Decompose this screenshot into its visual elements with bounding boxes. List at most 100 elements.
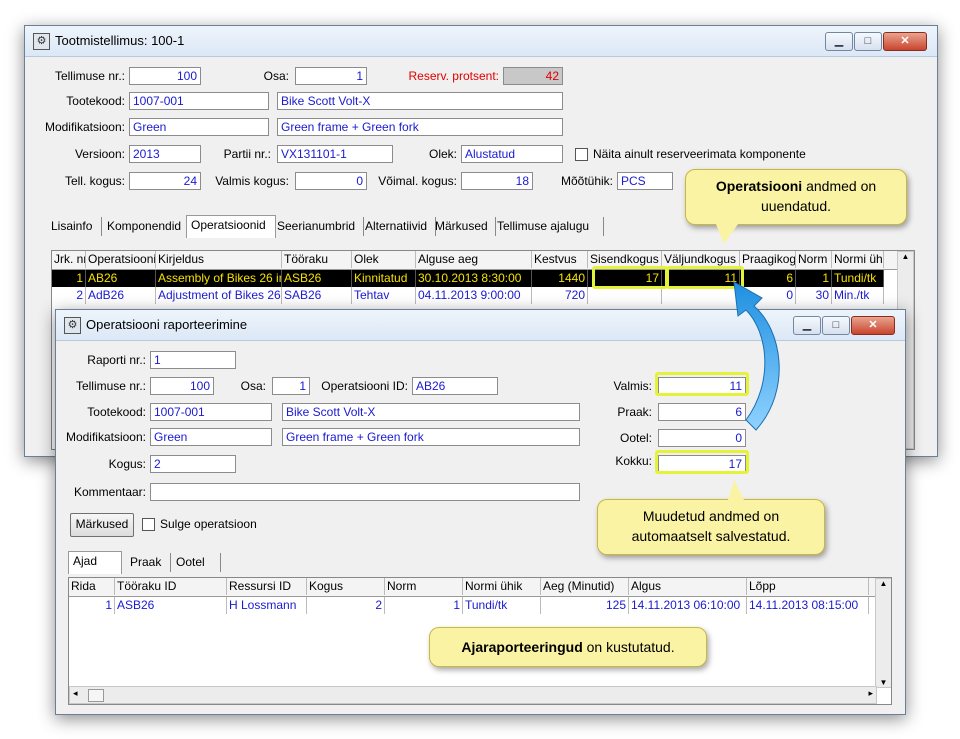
operations-grid-header-cell[interactable]: Norm xyxy=(796,251,832,268)
scroll-up-icon[interactable]: ▲ xyxy=(876,579,891,588)
maximize-icon[interactable]: □ xyxy=(854,32,882,51)
time-reports-grid-header-cell[interactable]: Normi ühik xyxy=(463,578,541,595)
time-vertical-scrollbar[interactable]: ▲ ▼ xyxy=(875,578,891,688)
modifikatsioon-description: Green frame + Green fork xyxy=(277,118,563,136)
valmis-kogus-field: 0 xyxy=(295,172,367,190)
operations-grid-cell: Kinnitatud xyxy=(352,270,416,287)
dialog-modifikatsioon-label: Modifikatsioon: xyxy=(65,430,146,444)
operations-grid-cell: AB26 xyxy=(86,270,156,287)
partii-field[interactable]: VX131101-1 xyxy=(277,145,393,163)
tab-markused[interactable]: Märkused xyxy=(431,217,496,236)
operations-grid-header-cell[interactable]: Operatsiooni xyxy=(86,251,156,268)
tootekood-field[interactable]: 1007-001 xyxy=(129,92,269,110)
operations-grid-header-cell[interactable]: Jrk. nr xyxy=(52,251,86,268)
tab-tellimuse-ajalugu[interactable]: Tellimuse ajalugu xyxy=(493,217,604,236)
dialog-modifikatsioon-field: Green xyxy=(150,428,272,446)
callout-autosaved-line2: automaatselt salvestatud. xyxy=(631,528,791,544)
time-reports-grid-cell: 1 xyxy=(385,597,463,614)
naita-checkbox[interactable] xyxy=(575,148,588,161)
minimize-icon[interactable]: ▁ xyxy=(793,316,821,335)
tellimuse-nr-label: Tellimuse nr.: xyxy=(54,69,125,83)
tab-seerianumbrid[interactable]: Seerianumbrid xyxy=(273,217,364,236)
operations-grid-header-cell[interactable]: Kirjeldus xyxy=(156,251,282,268)
markused-button[interactable]: Märkused xyxy=(70,513,134,537)
time-reports-grid-header-cell[interactable]: Lõpp xyxy=(747,578,869,595)
maximize-icon[interactable]: □ xyxy=(822,316,850,335)
main-tabs: Lisainfo Komponendid Operatsioonid Seeri… xyxy=(47,215,647,238)
operatsiooni-id-field: AB26 xyxy=(412,377,498,395)
valmis-label: Valmis: xyxy=(613,379,652,393)
naita-label: Näita ainult reserveerimata komponente xyxy=(593,147,806,161)
ootel-label: Ootel: xyxy=(619,431,652,445)
scroll-thumb[interactable] xyxy=(88,689,104,702)
operations-grid-header-cell[interactable]: Normi ühik xyxy=(832,251,884,268)
dialog-tellimuse-nr-label: Tellimuse nr.: xyxy=(75,379,146,393)
operations-grid-cell: 1 xyxy=(796,270,832,287)
scroll-left-icon[interactable]: ◂ xyxy=(73,688,78,699)
time-reports-grid-cell: 14.11.2013 08:15:00 xyxy=(747,597,869,614)
modifikatsioon-field[interactable]: Green xyxy=(129,118,269,136)
callout-time-reports-deleted: Ajaraporteeringud on kustutatud. xyxy=(429,627,707,667)
modifikatsioon-label: Modifikatsioon: xyxy=(44,120,125,134)
dialog-title: Operatsiooni raporteerimine xyxy=(86,317,248,332)
callout-pointer xyxy=(728,480,744,500)
callout-operations-updated: Operatsiooni andmed on uuendatud. xyxy=(685,169,907,244)
tab-komponendid[interactable]: Komponendid xyxy=(103,217,188,236)
olek-label: Olek: xyxy=(428,147,457,161)
raporti-nr-field[interactable]: 1 xyxy=(150,351,236,369)
time-reports-grid-header: Rida Tööraku ID Ressursi ID Kogus Norm Normi … xyxy=(69,578,875,597)
close-icon[interactable]: ✕ xyxy=(883,32,927,51)
time-reports-grid-header-cell[interactable]: Aeg (Minutid) xyxy=(541,578,629,595)
versioon-field[interactable]: 2013 xyxy=(129,145,201,163)
tab-operatsioonid[interactable]: Operatsioonid xyxy=(186,215,276,238)
tab-alternatiivid[interactable]: Alternatiivid xyxy=(361,217,436,236)
time-reports-grid-header-cell[interactable]: Tööraku ID xyxy=(115,578,227,595)
dialog-osa-field: 1 xyxy=(272,377,310,395)
osa-field[interactable]: 1 xyxy=(295,67,367,85)
callout-operations-bold: Operatsiooni xyxy=(715,178,803,194)
kogus-label: Kogus: xyxy=(108,457,146,471)
minimize-icon[interactable]: ▁ xyxy=(825,32,853,51)
main-titlebar: ⚙ Tootmistellimus: 100-1 ▁ □ ✕ xyxy=(25,26,937,57)
operatsiooni-id-label: Operatsiooni ID: xyxy=(321,379,408,393)
tellimuse-nr-field[interactable]: 100 xyxy=(129,67,201,85)
operations-grid-header-cell[interactable]: Kestvus xyxy=(532,251,588,268)
operations-grid-header-cell[interactable]: Praagikog xyxy=(740,251,796,268)
tab-lisainfo[interactable]: Lisainfo xyxy=(47,217,102,236)
arrow-icon xyxy=(733,281,780,431)
operations-grid-cell: 04.11.2013 9:00:00 xyxy=(416,287,532,304)
kogus-field[interactable]: 2 xyxy=(150,455,236,473)
operations-grid-header-cell[interactable]: Alguse aeg xyxy=(416,251,532,268)
time-reports-grid-header-cell[interactable]: Ressursi ID xyxy=(227,578,307,595)
tab-ootel[interactable]: Ootel xyxy=(172,553,221,572)
close-icon[interactable]: ✕ xyxy=(851,316,895,335)
operations-grid-header-cell[interactable]: Olek xyxy=(352,251,416,268)
time-reports-grid-header-cell[interactable]: Algus xyxy=(629,578,747,595)
time-reports-grid-cell: 1 xyxy=(69,597,115,614)
time-reports-grid-header-cell[interactable]: Kogus xyxy=(307,578,385,595)
callout-operations-line2: uuendatud. xyxy=(760,198,832,214)
mootuhik-field: PCS xyxy=(617,172,673,190)
time-reports-grid-header-cell[interactable]: Rida xyxy=(69,578,115,595)
scroll-right-icon[interactable]: ▸ xyxy=(868,688,873,699)
sulge-operatsioon-checkbox[interactable] xyxy=(142,518,155,531)
time-reports-grid-header-cell[interactable]: Norm xyxy=(385,578,463,595)
scroll-down-icon[interactable]: ▼ xyxy=(876,678,891,687)
dialog-modifikatsioon-description: Green frame + Green fork xyxy=(282,428,580,446)
kommentaar-label: Kommentaar: xyxy=(73,485,146,499)
time-reports-grid-cell: 125 xyxy=(541,597,629,614)
scroll-up-icon[interactable]: ▲ xyxy=(898,252,913,261)
tell-kogus-field[interactable]: 24 xyxy=(129,172,201,190)
time-reports-grid-cell: ASB26 xyxy=(115,597,227,614)
callout-time-reports-bold: Ajaraporteeringud xyxy=(461,639,583,655)
tab-praak[interactable]: Praak xyxy=(126,553,171,572)
operations-grid-header-cell[interactable]: Tööraku xyxy=(282,251,352,268)
time-reports-grid-row[interactable]: 1 ASB26 H Lossmann 2 1 Tundi/tk 125 14.11.2013 … xyxy=(69,597,869,614)
operations-grid-cell xyxy=(588,287,662,304)
operations-grid-cell: Adjustment of Bikes 26 xyxy=(158,287,282,304)
raporti-nr-label: Raporti nr.: xyxy=(87,353,146,367)
tab-ajad[interactable]: Ajad xyxy=(68,551,122,574)
time-horizontal-scrollbar[interactable]: ◂ ▸ xyxy=(69,686,877,704)
kommentaar-field[interactable] xyxy=(150,483,580,501)
operations-grid-cell: 30 xyxy=(796,287,832,304)
